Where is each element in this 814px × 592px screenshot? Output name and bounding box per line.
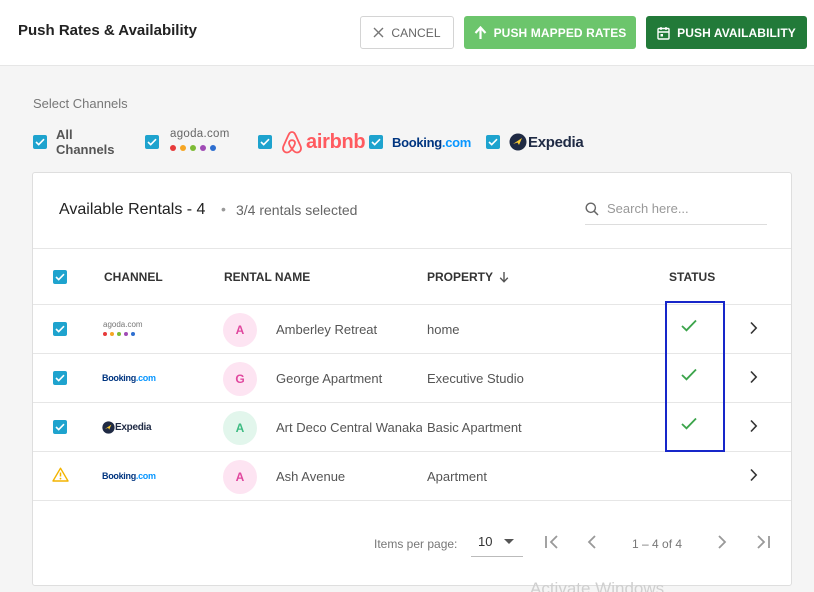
push-mapped-rates-label: PUSH MAPPED RATES [493,25,627,40]
push-availability-label: PUSH AVAILABILITY [677,25,796,40]
rental-name: George Apartment [276,371,383,386]
select-channels-label: Select Channels [33,96,128,111]
avatar: A [223,411,257,445]
select-all-checkbox[interactable] [53,270,67,284]
windows-activation-watermark: Activate Windows [530,579,665,592]
expedia-logo: Expedia [102,415,152,439]
avatar: A [223,313,257,347]
cancel-button-label: CANCEL [391,25,441,40]
expedia-logo-text: Expedia [528,133,584,151]
close-icon [373,27,384,38]
row-checkbox[interactable] [53,322,67,336]
rental-name: Ash Avenue [276,469,346,484]
arrow-up-icon [474,25,487,40]
calendar-icon [657,26,670,40]
items-per-page-value: 10 [478,534,493,549]
checkbox-checked[interactable] [33,135,47,149]
channel-option-expedia[interactable]: Expedia [486,127,584,157]
push-mapped-rates-button[interactable]: PUSH MAPPED RATES [464,16,636,49]
column-header-rental-name: RENTAL NAME [224,270,311,284]
agoda-logo: agoda.com [168,126,236,159]
push-availability-button[interactable]: PUSH AVAILABILITY [646,16,807,49]
items-per-page-select[interactable]: 10 [471,527,523,557]
page-range: 1 – 4 of 4 [632,537,683,551]
paginator: Items per page: 10 1 – 4 of 4 [33,523,791,563]
property-name: home [427,322,460,337]
title-separator: • [221,201,226,217]
row-checkbox[interactable] [53,420,67,434]
airbnb-logo: airbnb [281,130,366,154]
channel-option-booking[interactable]: Booking.com [369,127,471,157]
svg-text:agoda.com: agoda.com [170,128,230,140]
available-rentals-card: Available Rentals - 4 • 3/4 rentals sele… [32,172,792,586]
search-icon [585,202,599,216]
previous-page-icon[interactable] [585,533,599,556]
last-page-icon[interactable] [754,533,772,556]
expedia-logo-text: Expedia [115,421,152,433]
checkbox-checked[interactable] [145,135,159,149]
checkbox-checked[interactable] [486,135,500,149]
property-name: Apartment [427,469,487,484]
expedia-logo: Expedia [509,133,584,151]
avatar: G [223,362,257,396]
booking-logo: Booking.com [102,471,156,481]
channel-option-all[interactable]: All Channels [33,127,115,157]
airbnb-logo-text: airbnb [306,130,366,153]
avatar: A [223,460,257,494]
table-header: CHANNEL RENTAL NAME PROPERTY STATUS [33,248,791,305]
checkbox-checked[interactable] [369,135,383,149]
page-header: Push Rates & Availability CANCEL PUSH MA… [0,0,814,66]
cancel-button[interactable]: CANCEL [360,16,454,49]
search-box [585,193,767,225]
channel-option-agoda[interactable]: agoda.com [145,127,236,157]
chevron-right-icon[interactable] [749,419,758,438]
column-header-status: STATUS [669,270,716,284]
rentals-selected-count: 3/4 rentals selected [236,202,358,218]
rental-name: Amberley Retreat [276,322,378,337]
property-name: Basic Apartment [427,420,522,435]
all-channels-label: All Channels [56,127,115,157]
row-checkbox[interactable] [53,371,67,385]
first-page-icon[interactable] [543,533,561,556]
chevron-right-icon[interactable] [749,468,758,487]
property-header-label: PROPERTY [427,270,494,284]
booking-logo: Booking.com [102,373,156,383]
warning-icon [52,467,69,487]
status-highlight-box [665,301,725,452]
sort-arrow-down-icon [499,271,509,283]
search-input[interactable] [607,201,757,216]
property-name: Executive Studio [427,371,524,386]
agoda-logo: agoda.com [102,317,150,341]
chevron-right-icon[interactable] [749,321,758,340]
checkbox-checked[interactable] [258,135,272,149]
svg-text:agoda.com: agoda.com [103,320,143,329]
channel-option-airbnb[interactable]: airbnb [258,127,366,157]
next-page-icon[interactable] [715,533,729,556]
page-title: Push Rates & Availability [18,22,197,39]
column-header-property[interactable]: PROPERTY [427,270,509,284]
rentals-title: Available Rentals - 4 [59,201,206,218]
chevron-right-icon[interactable] [749,370,758,389]
rental-name: Art Deco Central Wanaka [276,420,422,435]
table-row[interactable]: Booking .com A Ash Avenue Apartment [33,452,791,501]
dropdown-arrow-icon [504,539,515,544]
booking-logo: Booking.com [392,134,472,150]
column-header-channel: CHANNEL [104,270,163,284]
items-per-page-label: Items per page: [374,537,458,551]
